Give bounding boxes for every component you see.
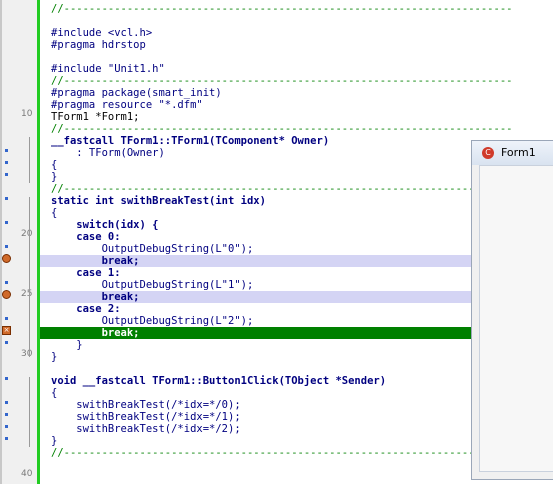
code-line[interactable]: //--------------------------------------… (40, 75, 553, 87)
executable-line-marker[interactable] (5, 221, 8, 224)
executable-line-marker[interactable] (5, 245, 8, 248)
breakpoint-icon[interactable] (2, 290, 11, 299)
gutter-guide (0, 0, 2, 484)
code-line[interactable] (40, 15, 553, 27)
executable-line-marker[interactable] (5, 377, 8, 380)
code-line[interactable]: //--------------------------------------… (40, 123, 553, 135)
form1-title-bar[interactable]: C Form1 (472, 141, 553, 165)
breakpoint-icon[interactable] (2, 254, 11, 263)
executable-line-marker[interactable] (5, 197, 8, 200)
code-line[interactable]: #pragma resource "*.dfm" (40, 99, 553, 111)
code-fold-line (29, 197, 30, 357)
code-line[interactable]: #pragma package(smart_init) (40, 87, 553, 99)
line-number-25: 25 (21, 289, 33, 299)
code-line[interactable]: #pragma hdrstop (40, 39, 553, 51)
form1-window[interactable]: C Form1 (471, 140, 553, 480)
line-number-20: 20 (21, 229, 33, 239)
executable-line-marker[interactable] (5, 437, 8, 440)
line-number-40: 40 (21, 469, 33, 479)
executable-line-marker[interactable] (5, 317, 8, 320)
executable-line-marker[interactable] (5, 401, 8, 404)
code-line[interactable] (40, 51, 553, 63)
line-number-10: 10 (21, 109, 33, 119)
executable-line-marker[interactable] (5, 281, 8, 284)
executable-line-marker[interactable] (5, 425, 8, 428)
breakpoint-current-icon[interactable]: × (2, 326, 11, 335)
code-line[interactable]: TForm1 *Form1; (40, 111, 553, 123)
code-fold-line (29, 137, 30, 183)
code-line[interactable]: #include "Unit1.h" (40, 63, 553, 75)
executable-line-marker[interactable] (5, 161, 8, 164)
editor-gutter[interactable]: 10 20 25 30 40 × (0, 0, 40, 484)
form1-client-area[interactable] (479, 165, 553, 472)
line-number-30: 30 (21, 349, 33, 359)
executable-line-marker[interactable] (5, 173, 8, 176)
code-line[interactable]: //--------------------------------------… (40, 3, 553, 15)
cbuilder-app-icon: C (482, 147, 494, 159)
code-fold-line (29, 377, 30, 447)
code-line[interactable]: #include <vcl.h> (40, 27, 553, 39)
executable-line-marker[interactable] (5, 149, 8, 152)
form1-title: Form1 (501, 146, 536, 159)
executable-line-marker[interactable] (5, 341, 8, 344)
executable-line-marker[interactable] (5, 413, 8, 416)
